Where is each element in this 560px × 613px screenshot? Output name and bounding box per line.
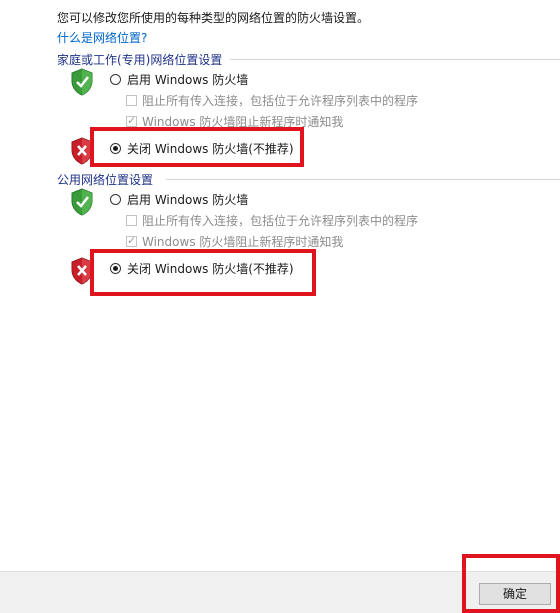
radio-label: 关闭 Windows 防火墙(不推荐)	[127, 142, 294, 156]
checkbox-box[interactable]	[126, 114, 137, 127]
public-notify-checkbox[interactable]: Windows 防火墙阻止新程序时通知我	[126, 233, 343, 250]
private-network-section-title: 家庭或工作(专用)网络位置设置	[57, 53, 223, 67]
radio-indicator[interactable]	[110, 74, 121, 85]
public-enable-firewall-radio[interactable]: 启用 Windows 防火墙	[110, 191, 248, 208]
checkbox-box[interactable]	[126, 215, 137, 226]
public-block-incoming-checkbox[interactable]: 阻止所有传入连接，包括位于允许程序列表中的程序	[126, 212, 418, 229]
highlight-box	[462, 554, 560, 613]
radio-indicator[interactable]	[110, 143, 121, 154]
checkbox-label: 阻止所有传入连接，包括位于允许程序列表中的程序	[142, 214, 419, 228]
checkbox-box[interactable]	[126, 95, 137, 106]
checkbox-label: 阻止所有传入连接，包括位于允许程序列表中的程序	[142, 94, 419, 108]
section-divider	[166, 179, 560, 180]
section-divider	[230, 59, 560, 60]
private-enable-firewall-radio[interactable]: 启用 Windows 防火墙	[110, 71, 248, 88]
checkbox-box[interactable]	[126, 234, 137, 247]
radio-label: 启用 Windows 防火墙	[127, 193, 249, 207]
radio-indicator[interactable]	[110, 194, 121, 205]
public-network-section-title: 公用网络位置设置	[57, 173, 154, 187]
green-shield-check-icon	[71, 68, 93, 96]
private-disable-firewall-radio[interactable]: 关闭 Windows 防火墙(不推荐)	[110, 140, 294, 157]
radio-label: 启用 Windows 防火墙	[127, 73, 249, 87]
green-shield-check-icon	[71, 188, 93, 216]
radio-label: 关闭 Windows 防火墙(不推荐)	[127, 262, 294, 276]
network-location-help-link[interactable]: 什么是网络位置?	[57, 29, 147, 46]
radio-indicator[interactable]	[110, 263, 121, 274]
public-disable-firewall-radio[interactable]: 关闭 Windows 防火墙(不推荐)	[110, 260, 294, 277]
checkbox-label: Windows 防火墙阻止新程序时通知我	[142, 235, 344, 249]
description-text: 您可以修改您所使用的每种类型的网络位置的防火墙设置。	[57, 11, 370, 25]
private-block-incoming-checkbox[interactable]: 阻止所有传入连接，包括位于允许程序列表中的程序	[126, 92, 418, 109]
